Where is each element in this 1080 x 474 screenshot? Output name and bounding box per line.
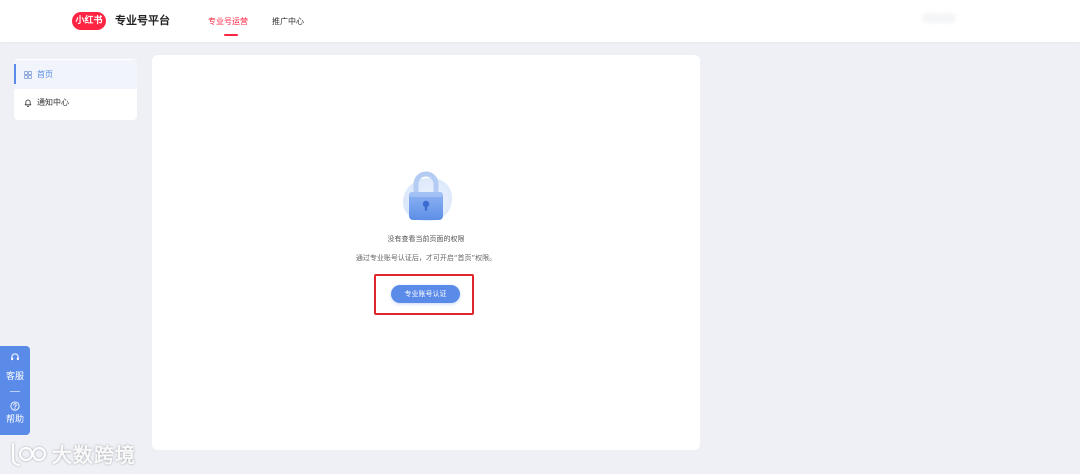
tab-pro-account-operations[interactable]: 专业号运营 [208,16,248,27]
verification-hint: 通过专业账号认证后，才可开启“首页”权限。 [355,254,497,262]
pro-account-verification-button[interactable]: 专业账号认证 [391,285,460,303]
sidebar-item-label: 首页 [37,70,53,79]
grid-icon [24,71,32,79]
help-label: 帮助 [5,415,24,425]
customer-service-button[interactable]: 客服 [0,346,30,388]
tab-promotion-center[interactable]: 推广中心 [272,16,304,27]
sidebar-item-label: 通知中心 [37,98,69,107]
watermark-text: 大数跨境 [52,443,136,467]
brand-logo[interactable]: 小红书 [72,12,106,30]
help-icon [10,401,20,411]
customer-service-label: 客服 [5,372,24,382]
headset-icon [10,352,20,362]
active-tab-indicator [224,34,238,36]
main-content-card: 没有查看当前页面的权限 通过专业账号认证后，才可开启“首页”权限。 专业账号认证 [152,55,700,450]
widget-divider [10,391,20,392]
bell-icon [24,99,32,107]
floating-support-widget: 客服 帮助 [0,346,30,435]
watermark-logo-icon [10,442,48,468]
top-header: 小红书 专业号平台 专业号运营 推广中心 [0,0,1080,42]
sidebar: 首页 通知中心 [14,59,137,120]
help-button[interactable]: 帮助 [0,394,30,435]
watermark: 大数跨境 [10,440,145,470]
platform-title: 专业号平台 [115,14,170,27]
sidebar-item-home[interactable]: 首页 [14,60,137,89]
redacted-user-info [922,13,956,23]
lock-icon [396,168,456,224]
active-item-indicator [14,64,16,84]
no-permission-message: 没有查看当前页面的权限 [387,235,465,243]
sidebar-item-notifications[interactable]: 通知中心 [14,88,137,117]
